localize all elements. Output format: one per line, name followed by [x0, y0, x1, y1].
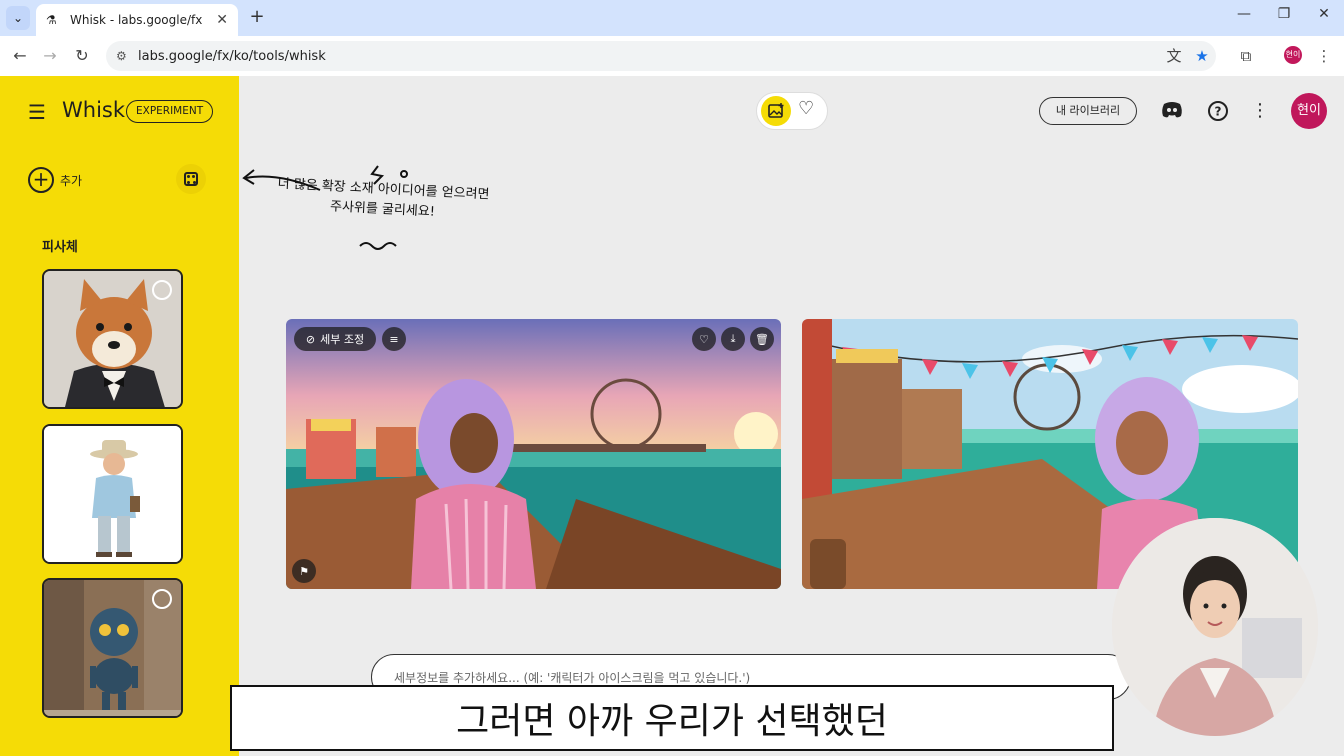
dice-icon — [184, 172, 198, 186]
tab-title: Whisk - labs.google/fx — [70, 13, 203, 27]
experiment-badge: EXPERIMENT — [126, 100, 214, 123]
delete-trash-icon[interactable]: 🗑 — [750, 327, 774, 351]
refine-label: 세부 조정 — [320, 333, 365, 346]
bookmark-star-icon[interactable]: ★ — [1190, 44, 1214, 68]
brand-logo: Whisk — [62, 98, 126, 122]
image-add-button[interactable] — [761, 96, 791, 126]
add-label: 추가 — [60, 173, 83, 188]
subject-card-robot[interactable] — [42, 578, 183, 718]
svg-text:?: ? — [1215, 105, 1222, 119]
check-circle-icon: ⊘ — [305, 332, 316, 346]
browser-toolbar: ← → ↻ ⚙ labs.google/fx/ko/tools/whisk 文 … — [0, 36, 1344, 76]
browser-profile-avatar[interactable]: 현이 — [1284, 46, 1302, 64]
site-info-icon[interactable]: ⚙ — [116, 49, 132, 63]
sidebar: ☰ Whisk EXPERIMENT + 추가 피사체 — [0, 76, 239, 756]
more-options-icon[interactable]: ⋮ — [1248, 100, 1272, 124]
translate-icon[interactable]: 文 — [1162, 44, 1186, 68]
pier-scene-image — [286, 319, 781, 589]
forward-icon[interactable]: → — [38, 44, 62, 68]
image-add-icon — [768, 103, 784, 118]
add-button[interactable]: + 추가 — [28, 167, 82, 193]
back-icon[interactable]: ← — [8, 44, 32, 68]
select-circle-icon[interactable] — [152, 280, 172, 300]
help-icon[interactable]: ? — [1206, 100, 1230, 124]
report-flag-icon[interactable]: ⚑ — [292, 559, 316, 583]
view-toggle: ♡ — [756, 92, 828, 130]
webcam-overlay — [1112, 518, 1318, 736]
plus-circle-icon: + — [28, 167, 54, 193]
new-tab-icon[interactable]: + — [246, 7, 268, 29]
labs-favicon-icon: ⚗ — [46, 13, 57, 27]
close-tab-icon[interactable]: ✕ — [216, 12, 228, 28]
subtitle-text: 그러면 아까 우리가 선택했던 — [456, 701, 888, 742]
url-text: labs.google/fx/ko/tools/whisk — [138, 48, 326, 64]
favorites-heart-icon[interactable]: ♡ — [798, 98, 814, 119]
browser-tab-bar: ⌄ ⚗ Whisk - labs.google/fx ✕ + — ❐ ✕ — [0, 0, 1344, 36]
subject-card-old-man[interactable] — [42, 424, 183, 564]
dice-button[interactable] — [176, 164, 206, 194]
old-man-image — [44, 426, 181, 562]
download-icon[interactable]: ⤓ — [721, 327, 745, 351]
discord-icon[interactable] — [1160, 100, 1184, 124]
minimize-icon[interactable]: — — [1232, 6, 1256, 22]
extensions-icon[interactable]: ⧉ — [1234, 44, 1258, 68]
tab-search-icon[interactable]: ⌄ — [6, 6, 30, 30]
like-heart-icon[interactable]: ♡ — [692, 327, 716, 351]
address-bar[interactable]: ⚙ labs.google/fx/ko/tools/whisk — [106, 41, 1216, 71]
refine-chip[interactable]: ⊘ 세부 조정 — [294, 327, 376, 351]
select-circle-icon[interactable] — [152, 589, 172, 609]
hamburger-menu-icon[interactable]: ☰ — [28, 100, 46, 124]
window-close-icon[interactable]: ✕ — [1312, 6, 1336, 22]
presenter-image — [1112, 518, 1318, 736]
restore-icon[interactable]: ❐ — [1272, 6, 1296, 22]
browser-menu-icon[interactable]: ⋮ — [1312, 44, 1336, 68]
subjects-heading: 피사체 — [42, 240, 78, 255]
generated-image-1[interactable]: ⊘ 세부 조정 ≡ ♡ ⤓ 🗑 ⚑ — [286, 319, 781, 589]
video-subtitle: 그러면 아까 우리가 선택했던 — [230, 685, 1114, 751]
subject-card-dog[interactable] — [42, 269, 183, 409]
reload-icon[interactable]: ↻ — [70, 44, 94, 68]
browser-tab[interactable]: ⚗ Whisk - labs.google/fx ✕ — [36, 4, 238, 36]
my-library-button[interactable]: 내 라이브러리 — [1039, 97, 1137, 125]
user-avatar[interactable]: 현이 — [1291, 93, 1327, 129]
prompt-edit-icon[interactable]: ≡ — [382, 327, 406, 351]
